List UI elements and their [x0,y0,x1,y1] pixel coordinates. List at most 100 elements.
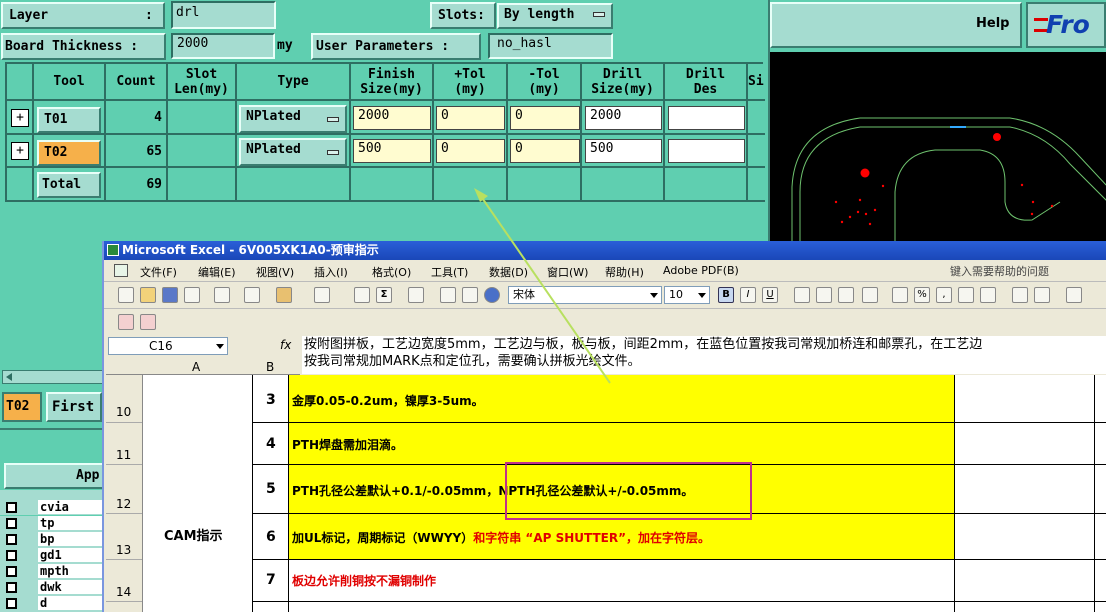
layer-item[interactable]: bp [0,532,104,548]
horizontal-scrollbar[interactable] [2,370,104,384]
row-header-10[interactable]: 10 [116,405,131,419]
align-center-icon[interactable] [816,287,832,303]
autosum-icon[interactable]: Σ [376,287,392,303]
new-icon[interactable] [118,287,134,303]
percent-icon[interactable]: % [914,287,930,303]
decrease-decimal-icon[interactable] [980,287,996,303]
expand-row-t02-icon[interactable]: + [11,142,29,160]
col-b[interactable]: B [266,360,274,374]
finish-size-input-t01[interactable]: 2000 [353,106,431,130]
instruction-text[interactable]: 板边允许削铜按不漏铜制作 [292,572,436,589]
col-header-minus-tol: -Tol (my) [528,67,560,97]
undo-icon[interactable] [314,287,330,303]
slots-label-box: Slots: [430,2,496,29]
checkbox-icon[interactable] [6,598,17,609]
user-params-button[interactable]: User Parameters : [311,33,481,60]
menu-file[interactable]: 文件(F) [140,264,177,280]
menu-tools[interactable]: 工具(T) [431,264,468,280]
name-box[interactable]: C16 [108,337,228,355]
user-params-input[interactable]: no_hasl [488,33,613,59]
preview-icon[interactable] [244,287,260,303]
type-select-t01[interactable]: NPlated [239,105,347,133]
col-header-si: Si [748,74,764,89]
row-header-13[interactable]: 13 [116,543,131,557]
layer-item[interactable]: dwk [0,580,104,596]
font-size-select[interactable]: 10 [664,286,710,304]
checkbox-icon[interactable] [6,518,17,529]
outdent-icon[interactable] [1012,287,1028,303]
layer-item[interactable]: cvia [0,500,104,516]
menu-edit[interactable]: 编辑(E) [198,264,236,280]
menu-view[interactable]: 视图(V) [256,264,294,280]
layer-item[interactable]: d [0,596,104,612]
layer-item[interactable]: mpth [0,564,104,580]
bold-icon[interactable]: B [718,287,734,303]
type-select-t02[interactable]: NPlated [239,138,347,166]
first-button[interactable]: First [46,392,102,422]
checkbox-icon[interactable] [6,566,17,577]
save-icon[interactable] [162,287,178,303]
checkbox-icon[interactable] [6,582,17,593]
drill-size-input-t02[interactable]: 500 [585,139,662,163]
layer-input[interactable]: drl [171,1,276,29]
comma-icon[interactable]: , [936,287,952,303]
row-header-12[interactable]: 12 [116,497,131,511]
graphics-view[interactable] [768,52,1106,242]
align-left-icon[interactable] [794,287,810,303]
plus-tol-input-t01[interactable]: 0 [436,106,505,130]
drill-size-input-t01[interactable]: 2000 [585,106,662,130]
finish-size-input-t02[interactable]: 500 [353,139,431,163]
borders-icon[interactable] [1066,287,1082,303]
minus-tol-input-t02[interactable]: 0 [510,139,580,163]
expand-row-t01-icon[interactable]: + [11,109,29,127]
minus-tol-input-t01[interactable]: 0 [510,106,580,130]
menu-insert[interactable]: 插入(I) [314,264,348,280]
instruction-text[interactable]: 加UL标记，周期标记（WWYY）和字符串 “AP SHUTTER”，加在字符层。 [292,529,710,546]
align-right-icon[interactable] [838,287,854,303]
checkbox-icon[interactable] [6,502,17,513]
col-a[interactable]: A [192,360,200,374]
permission-icon[interactable] [184,287,200,303]
menu-adobe-pdf[interactable]: Adobe PDF(B) [663,264,739,277]
paste-icon[interactable] [276,287,292,303]
tool-button-t02[interactable]: T02 [37,140,101,166]
instruction-text[interactable]: PTH焊盘需加泪滴。 [292,436,403,453]
menu-format[interactable]: 格式(O) [372,264,411,280]
board-thickness-input[interactable]: 2000 [171,33,275,59]
scroll-left-icon[interactable] [6,373,12,381]
col-header-count: Count [116,74,156,89]
currency-icon[interactable] [892,287,908,303]
col-header-drill-size: Drill Size(my) [591,67,654,97]
hyperlink-icon[interactable] [354,287,370,303]
pdf-convert-icon[interactable] [118,314,134,330]
drill-des-input-t02[interactable] [668,139,745,163]
increase-decimal-icon[interactable] [958,287,974,303]
underline-icon[interactable]: U [762,287,778,303]
merge-icon[interactable] [862,287,878,303]
checkbox-icon[interactable] [6,550,17,561]
row-header-11[interactable]: 11 [116,448,131,462]
help-question-box[interactable]: 键入需要帮助的问题 [950,263,1049,279]
total-button: Total [37,172,101,198]
layer-item[interactable]: gd1 [0,548,104,564]
fx-icon: fx [280,338,292,352]
formula-bar[interactable]: 按附图拼板，工艺边宽度5mm，工艺边与板，板与板，间距2mm，在蓝色位置按我司常… [302,336,1106,374]
sort-icon[interactable] [408,287,424,303]
italic-icon[interactable]: I [740,287,756,303]
drill-des-input-t01[interactable] [668,106,745,130]
chart-icon[interactable] [440,287,456,303]
col-header-slot-len: Slot Len(my) [174,67,229,97]
print-icon[interactable] [214,287,230,303]
apply-button[interactable]: App [4,463,104,489]
layer-item[interactable]: tp [0,516,104,532]
indent-icon[interactable] [1034,287,1050,303]
pdf-attach-icon[interactable] [140,314,156,330]
instruction-text[interactable]: 金厚0.05-0.2um，镍厚3-5um。 [292,392,484,409]
tool-button-t01[interactable]: T01 [37,107,101,133]
open-icon[interactable] [140,287,156,303]
slots-select[interactable]: By length [497,3,613,29]
help-button[interactable]: Help [770,2,1022,48]
row-header-14[interactable]: 14 [116,585,131,599]
checkbox-icon[interactable] [6,534,17,545]
plus-tol-input-t02[interactable]: 0 [436,139,505,163]
